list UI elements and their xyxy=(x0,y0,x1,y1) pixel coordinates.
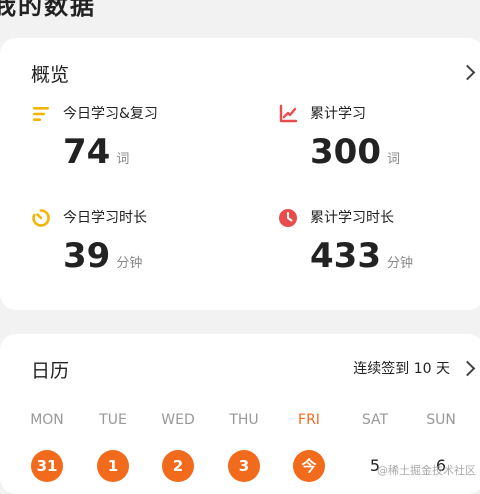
stat-value-row: 39 分钟 xyxy=(63,236,142,284)
stat-value: 74 xyxy=(63,132,111,172)
streak-text[interactable]: 连续签到 10 天 xyxy=(353,358,450,378)
weekday-label: MON xyxy=(30,412,64,428)
stat-value-row: 433 分钟 xyxy=(310,236,413,284)
progress-ring-icon xyxy=(32,209,50,227)
weekday-label: TUE xyxy=(99,412,127,428)
stat-value: 300 xyxy=(310,132,381,172)
watermark: @稀土掘金技术社区 xyxy=(377,464,476,477)
calendar-day-checked[interactable]: 2 xyxy=(162,450,194,482)
calendar-chevron-icon[interactable] xyxy=(459,360,476,377)
overview-card[interactable]: 概览 今日学习&复习 74 词 累计学习 300 词 今日学习时长 39 分钟 xyxy=(0,38,480,310)
weekday-label: THU xyxy=(229,412,259,428)
overview-title: 概览 xyxy=(31,64,70,86)
stat-value: 433 xyxy=(310,236,381,276)
calendar-day-checked[interactable]: 3 xyxy=(228,450,260,482)
weekday-label-today: FRI xyxy=(298,412,320,428)
line-chart-icon xyxy=(279,104,298,123)
stat-value-row: 74 词 xyxy=(63,132,129,180)
calendar-day-checked[interactable]: 31 xyxy=(31,450,63,482)
stat-value: 39 xyxy=(63,236,111,276)
calendar-title: 日历 xyxy=(31,360,70,382)
stat-label: 累计学习 xyxy=(310,106,366,122)
stat-label: 今日学习&复习 xyxy=(63,106,158,122)
stat-label: 累计学习时长 xyxy=(310,210,394,226)
stat-unit: 分钟 xyxy=(386,256,413,271)
stat-value-row: 300 词 xyxy=(310,132,400,180)
page-title: 我的数据 xyxy=(0,0,96,20)
stat-label: 今日学习时长 xyxy=(63,210,147,226)
weekday-label: WED xyxy=(161,412,195,428)
stat-unit: 词 xyxy=(386,152,400,167)
clock-icon xyxy=(279,209,297,227)
overview-chevron-icon[interactable] xyxy=(459,64,476,81)
weekday-label: SUN xyxy=(426,412,456,428)
calendar-day-today[interactable]: 今 xyxy=(293,450,325,482)
calendar-day-checked[interactable]: 1 xyxy=(97,450,129,482)
stat-unit: 分钟 xyxy=(116,256,143,271)
list-lines-icon xyxy=(33,107,49,121)
weekday-label: SAT xyxy=(361,412,389,428)
stat-unit: 词 xyxy=(116,152,130,167)
